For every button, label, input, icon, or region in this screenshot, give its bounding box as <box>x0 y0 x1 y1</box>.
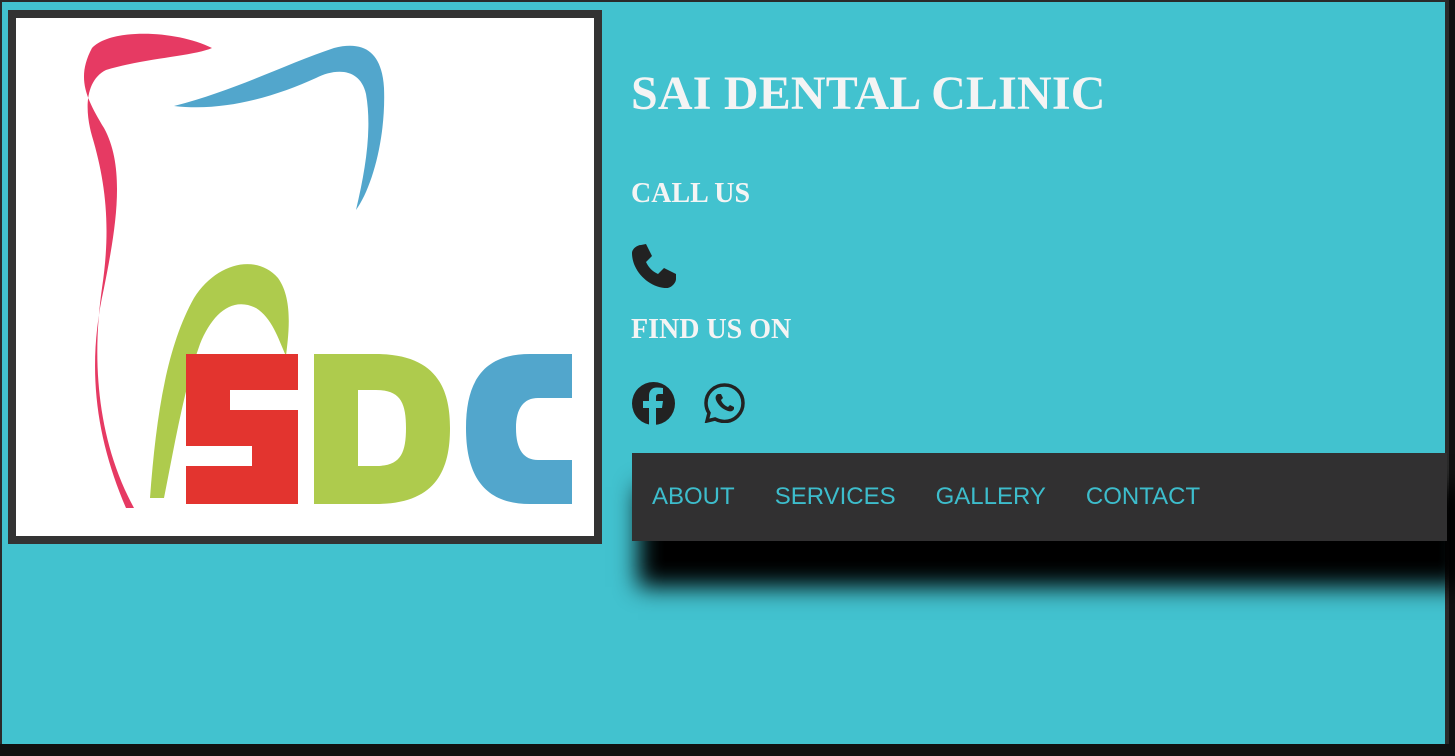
find-us-heading: FIND US ON <box>631 314 792 345</box>
clinic-logo <box>16 18 594 536</box>
call-us-heading: CALL US <box>631 178 751 209</box>
facebook-icon[interactable] <box>631 382 676 425</box>
nav-services-link[interactable]: SERVICES <box>775 483 896 511</box>
sdc-logo-icon <box>83 33 572 509</box>
phone-icon[interactable] <box>631 243 677 289</box>
nav-about-link[interactable]: ABOUT <box>652 483 735 511</box>
page-title: SAI DENTAL CLINIC <box>631 67 1106 120</box>
nav-contact-link[interactable]: CONTACT <box>1086 483 1200 511</box>
nav-gallery-link[interactable]: GALLERY <box>936 483 1046 511</box>
page: SAI DENTAL CLINIC CALL US FIND US ON ABO… <box>0 0 1449 744</box>
clinic-logo-frame <box>8 10 602 544</box>
main-nav: ABOUT SERVICES GALLERY CONTACT <box>632 453 1447 541</box>
whatsapp-icon[interactable] <box>704 383 745 424</box>
